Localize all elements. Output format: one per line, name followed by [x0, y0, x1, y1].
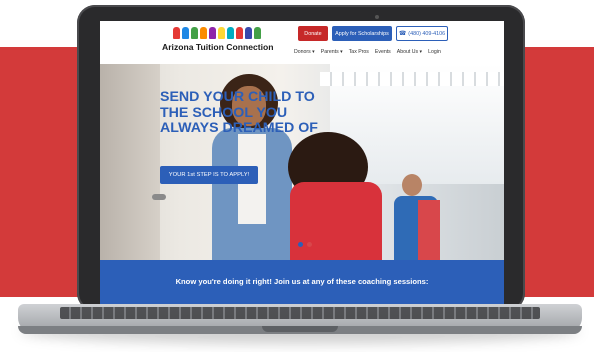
hero-photo-boy-shirt [418, 200, 440, 260]
apply-cta-button[interactable]: YOUR 1st STEP IS TO APPLY! [160, 166, 258, 184]
hero-photo-red-backpack [290, 182, 382, 260]
laptop-trackpad-notch [262, 326, 338, 332]
nav-item-events[interactable]: Events [375, 49, 391, 59]
nav-item-tax-pros[interactable]: Tax Pros [349, 49, 369, 59]
hero-slider: SEND YOUR CHILD TO THE SCHOOL YOU ALWAYS… [100, 64, 504, 260]
nav-item-about-us[interactable]: About Us ▾ [397, 49, 422, 59]
main-nav: Donors ▾ Parents ▾ Tax Pros Events About… [294, 49, 441, 59]
hero-photo-door [100, 64, 160, 260]
laptop-screen: Arizona Tuition Connection Donate Apply … [100, 21, 504, 305]
hero-title: SEND YOUR CHILD TO THE SCHOOL YOU ALWAYS… [160, 89, 318, 136]
camera-icon [375, 15, 379, 19]
banner-text: Know you're doing it right! Join us at a… [175, 277, 429, 286]
slider-dot-2[interactable] [307, 242, 312, 247]
logo-text: Arizona Tuition Connection [162, 42, 274, 52]
children-logo-icon [162, 27, 272, 39]
nav-item-login[interactable]: Login [428, 49, 441, 59]
site-header: Arizona Tuition Connection Donate Apply … [100, 21, 504, 64]
apply-scholarships-button[interactable]: Apply for Scholarships [332, 26, 392, 41]
phone-icon: ☎ [398, 31, 407, 37]
donate-button[interactable]: Donate [298, 26, 328, 41]
slider-dots [298, 242, 312, 247]
hero-photo-pergola [320, 72, 504, 86]
hero-photo-door-handle [152, 194, 166, 200]
hero-photo-boy-head [402, 174, 422, 196]
slider-dot-1[interactable] [298, 242, 303, 247]
nav-item-donors[interactable]: Donors ▾ [294, 49, 315, 59]
coaching-banner: Know you're doing it right! Join us at a… [100, 260, 504, 305]
laptop-keyboard [60, 307, 540, 319]
nav-item-parents[interactable]: Parents ▾ [321, 49, 343, 59]
phone-button[interactable]: ☎ (480) 409-4106 [396, 26, 448, 41]
site-logo[interactable]: Arizona Tuition Connection [162, 25, 274, 61]
phone-number: (480) 409-4106 [408, 30, 446, 37]
